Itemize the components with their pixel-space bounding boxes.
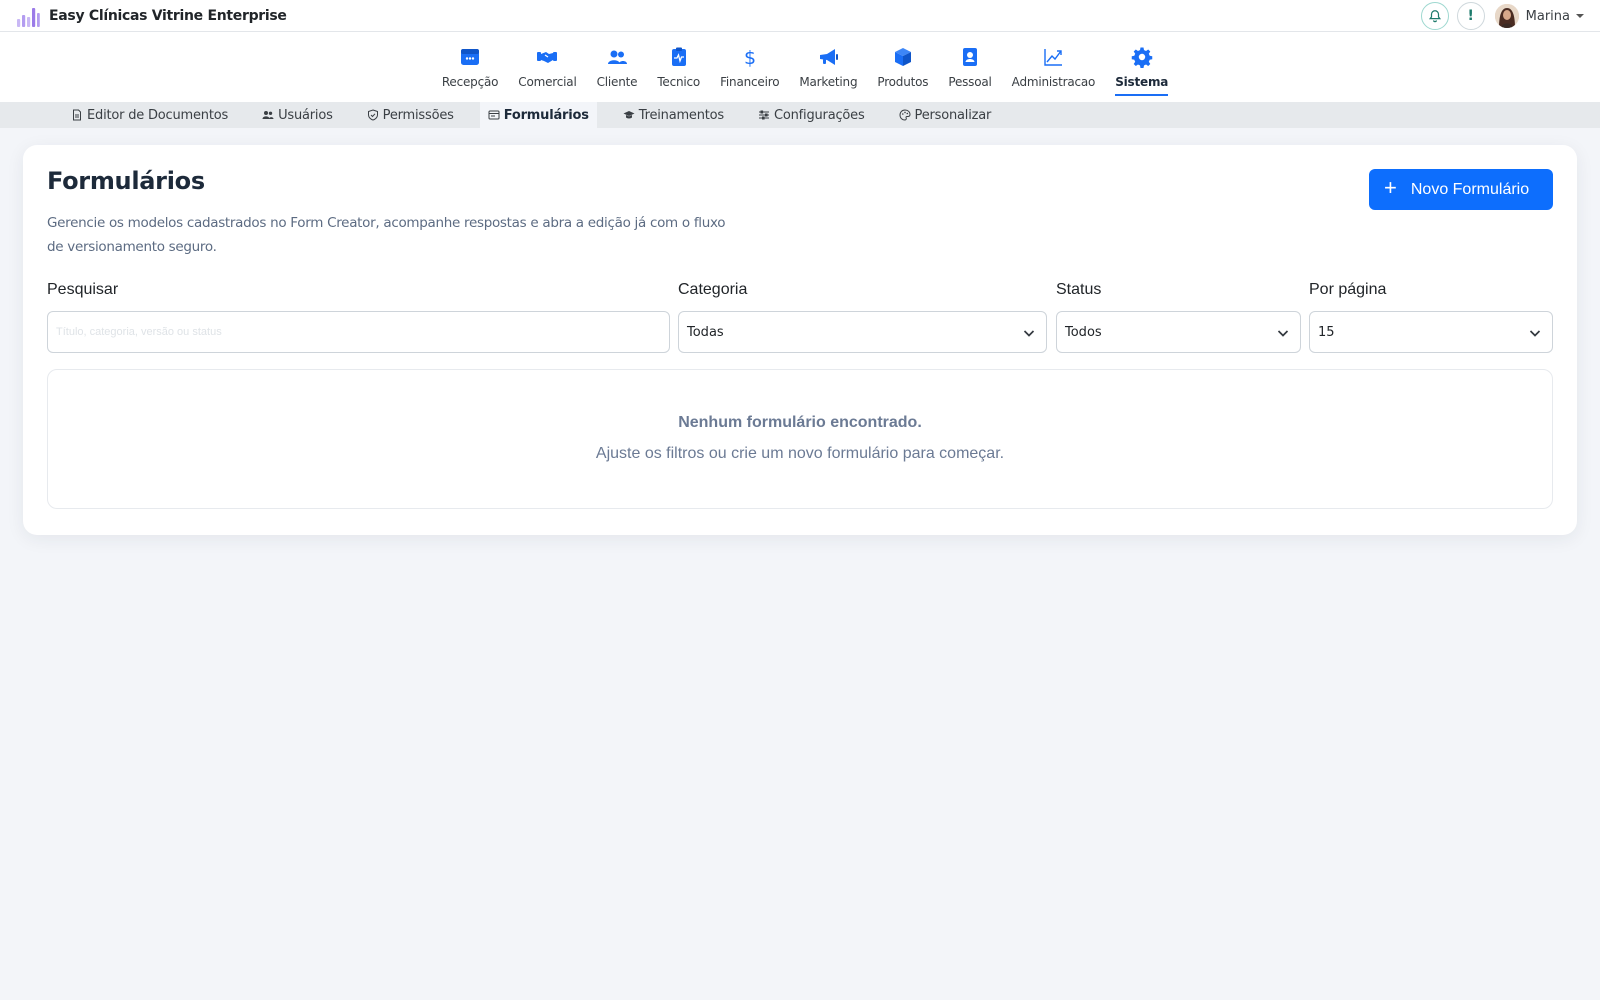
id-badge-icon	[959, 46, 981, 68]
per-page-label: Por página	[1309, 281, 1387, 298]
chevron-down-icon	[1276, 326, 1290, 340]
user-name[interactable]: Marina	[1526, 9, 1570, 24]
empty-state-subtitle: Ajuste os filtros ou crie um novo formul…	[595, 445, 1005, 462]
plus-icon: +	[1384, 175, 1397, 200]
search-label: Pesquisar	[47, 281, 119, 298]
app-title: Easy Clínicas Vitrine Enterprise	[49, 7, 287, 24]
dollar-icon: $	[739, 46, 761, 68]
alerts-button[interactable]: !	[1456, 2, 1485, 30]
status-select[interactable]: Todos	[1056, 311, 1301, 353]
bell-icon	[1428, 10, 1441, 23]
tab-editor-de-documentos[interactable]: Editor de Documentos	[63, 102, 236, 128]
status-label: Status	[1056, 281, 1102, 298]
graduation-cap-icon	[623, 109, 635, 121]
main-nav: Recepção Comercial Cliente Tecnico $ Fin…	[0, 32, 1600, 102]
nav-label: Administracao	[1011, 75, 1096, 89]
brand[interactable]: Easy Clínicas Vitrine Enterprise	[16, 5, 287, 27]
forms-card: Formulários Gerencie os modelos cadastra…	[23, 145, 1577, 535]
page-title: Formulários	[47, 167, 205, 195]
nav-label: Recepção	[441, 75, 499, 89]
megaphone-icon	[817, 46, 839, 68]
clipboard-pulse-icon	[668, 46, 690, 68]
handshake-icon	[536, 46, 558, 68]
top-bar: Easy Clínicas Vitrine Enterprise ! Marin…	[0, 0, 1600, 32]
tab-label: Usuários	[278, 107, 333, 123]
category-filter: Categoria Todas	[678, 281, 1047, 353]
nav-item-comercial[interactable]: Comercial	[508, 32, 586, 102]
chart-line-icon	[1042, 46, 1064, 68]
gear-icon	[1131, 46, 1153, 68]
status-value: Todos	[1065, 324, 1102, 340]
search-filter: Pesquisar	[47, 281, 670, 353]
tab-configuracoes[interactable]: Configurações	[750, 102, 873, 128]
active-indicator	[1115, 94, 1169, 96]
category-select[interactable]: Todas	[678, 311, 1047, 353]
sub-nav: Editor de Documentos Usuários Permissões…	[0, 102, 1600, 128]
avatar[interactable]	[1494, 4, 1519, 28]
form-icon	[488, 109, 500, 121]
reception-icon	[459, 46, 481, 68]
chevron-down-icon	[1022, 326, 1036, 340]
palette-icon	[899, 109, 911, 121]
tab-label: Formulários	[503, 107, 589, 123]
nav-label: Pessoal	[948, 75, 992, 89]
new-form-button-label: Novo Formulário	[1410, 180, 1530, 198]
svg-text:$: $	[744, 47, 756, 68]
notifications-button[interactable]	[1420, 2, 1449, 30]
category-label: Categoria	[678, 281, 748, 298]
chevron-down-icon	[1528, 326, 1542, 340]
users-icon	[606, 46, 628, 68]
tab-treinamentos[interactable]: Treinamentos	[615, 102, 732, 128]
search-control	[47, 311, 670, 353]
nav-item-cliente[interactable]: Cliente	[587, 32, 648, 102]
page-description: Gerencie os modelos cadastrados no Form …	[47, 215, 726, 255]
status-filter: Status Todos	[1056, 281, 1301, 353]
category-value: Todas	[687, 324, 724, 340]
nav-label: Comercial	[518, 75, 577, 89]
search-input[interactable]	[56, 326, 661, 338]
file-icon	[71, 109, 83, 121]
tab-personalizar[interactable]: Personalizar	[891, 102, 1000, 128]
per-page-select[interactable]: 15	[1309, 311, 1553, 353]
nav-item-produtos[interactable]: Produtos	[867, 32, 938, 102]
tab-formularios[interactable]: Formulários	[479, 102, 597, 128]
tab-label: Permissões	[382, 107, 454, 123]
nav-label: Cliente	[596, 75, 638, 89]
nav-item-pessoal[interactable]: Pessoal	[938, 32, 1001, 102]
tab-label: Editor de Documentos	[87, 107, 229, 123]
nav-item-recepcao[interactable]: Recepção	[432, 32, 508, 102]
nav-label: Tecnico	[657, 75, 701, 89]
empty-state: Nenhum formulário encontrado. Ajuste os …	[47, 369, 1553, 509]
nav-label: Financeiro	[720, 75, 780, 89]
filters: Pesquisar Categoria Todas Status Todos P…	[47, 281, 1553, 353]
per-page-filter: Por página 15	[1309, 281, 1553, 353]
nav-item-financeiro[interactable]: $ Financeiro	[710, 32, 789, 102]
sliders-icon	[758, 109, 770, 121]
nav-item-sistema[interactable]: Sistema	[1105, 32, 1178, 102]
tab-usuarios[interactable]: Usuários	[254, 102, 341, 128]
nav-item-tecnico[interactable]: Tecnico	[647, 32, 710, 102]
tab-permissoes[interactable]: Permissões	[359, 102, 462, 128]
tab-label: Configurações	[774, 107, 865, 123]
per-page-value: 15	[1318, 324, 1335, 340]
new-form-button[interactable]: + Novo Formulário	[1369, 169, 1553, 210]
tab-label: Treinamentos	[638, 107, 724, 123]
nav-label: Marketing	[799, 75, 858, 89]
nav-label: Produtos	[877, 75, 929, 89]
users-icon	[262, 109, 274, 121]
tab-label: Personalizar	[914, 107, 992, 123]
nav-label: Sistema	[1115, 75, 1169, 89]
nav-item-administracao[interactable]: Administracao	[1002, 32, 1106, 102]
user-photo-icon	[1494, 4, 1519, 28]
exclamation-icon: !	[1467, 8, 1474, 24]
chevron-down-icon[interactable]	[1576, 14, 1584, 18]
shield-icon	[367, 109, 379, 121]
empty-state-title: Nenhum formulário encontrado.	[678, 414, 922, 431]
box-icon	[892, 46, 914, 68]
brand-logo-icon	[17, 7, 40, 27]
nav-item-marketing[interactable]: Marketing	[789, 32, 867, 102]
